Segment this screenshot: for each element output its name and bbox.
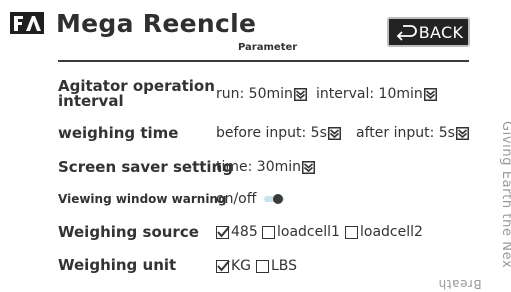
checkbox-unchecked[interactable] — [256, 259, 269, 273]
agitator-run-dropdown[interactable]: run: 50min — [216, 86, 307, 102]
agitator-interval-dropdown[interactable]: interval: 10min — [316, 86, 437, 102]
viewing-warning-control: on/off — [216, 191, 285, 207]
dropdown-icon — [327, 126, 341, 140]
agitator-interval-value: interval: 10min — [316, 86, 423, 102]
weighing-source-loadcell1-label: loadcell1 — [277, 224, 340, 240]
agitator-label-line2: interval — [58, 92, 124, 110]
dropdown-icon — [293, 87, 307, 101]
weighing-source-loadcell2[interactable]: loadcell2 — [345, 224, 423, 240]
dropdown-icon — [423, 87, 437, 101]
checkbox-unchecked[interactable] — [345, 225, 358, 239]
weighing-unit-lbs-label: LBS — [271, 258, 298, 274]
weighing-unit-lbs[interactable]: LBS — [256, 258, 297, 274]
viewing-warning-label: Viewing window warning — [58, 192, 227, 206]
weighing-source-loadcell2-label: loadcell2 — [360, 224, 423, 240]
weighing-unit-kg[interactable]: KG — [216, 258, 251, 274]
agitator-run-value: run: 50min — [216, 86, 293, 102]
side-slogan: Giving Earth the Nex — [499, 121, 511, 269]
viewing-warning-toggle[interactable] — [264, 193, 285, 205]
back-arrow-icon — [396, 25, 417, 41]
corner-slogan: Breath — [438, 277, 482, 291]
dropdown-icon — [455, 126, 469, 140]
weighing-before-dropdown[interactable]: before input: 5s — [216, 125, 341, 141]
dropdown-icon — [302, 160, 316, 174]
check-icon — [217, 259, 230, 272]
viewing-warning-value: on/off — [216, 191, 257, 207]
weighing-after-value: after input: 5s — [356, 125, 455, 141]
toggle-knob — [273, 194, 284, 204]
weighing-time-label: weighing time — [58, 124, 179, 142]
back-button[interactable]: BACK — [387, 17, 470, 47]
app-title: Mega Reencle — [56, 8, 257, 38]
checkbox-checked[interactable] — [216, 259, 230, 273]
page-title: Parameter — [238, 42, 298, 53]
checkbox-checked[interactable] — [216, 225, 230, 239]
weighing-before-value: before input: 5s — [216, 125, 327, 141]
logo: Mega Reencle — [10, 8, 257, 38]
screen-saver-label: Screen saver setting — [58, 158, 233, 176]
checkbox-unchecked[interactable] — [262, 225, 275, 239]
back-button-label: BACK — [418, 22, 464, 42]
screen-saver-time-dropdown[interactable]: time: 30min — [216, 159, 316, 175]
weighing-source-485[interactable]: 485 — [216, 224, 258, 240]
weighing-source-label: Weighing source — [58, 223, 199, 241]
header-divider — [58, 60, 469, 62]
weighing-unit-label: Weighing unit — [58, 256, 177, 274]
agitator-label: Agitator operation interval — [58, 79, 215, 109]
check-icon — [217, 225, 230, 238]
weighing-source-loadcell1[interactable]: loadcell1 — [262, 224, 340, 240]
weighing-unit-kg-label: KG — [231, 258, 252, 274]
weighing-source-485-label: 485 — [231, 224, 258, 240]
brand-logo-icon — [10, 12, 44, 34]
weighing-after-dropdown[interactable]: after input: 5s — [356, 125, 469, 141]
screen-saver-time-value: time: 30min — [216, 159, 302, 175]
